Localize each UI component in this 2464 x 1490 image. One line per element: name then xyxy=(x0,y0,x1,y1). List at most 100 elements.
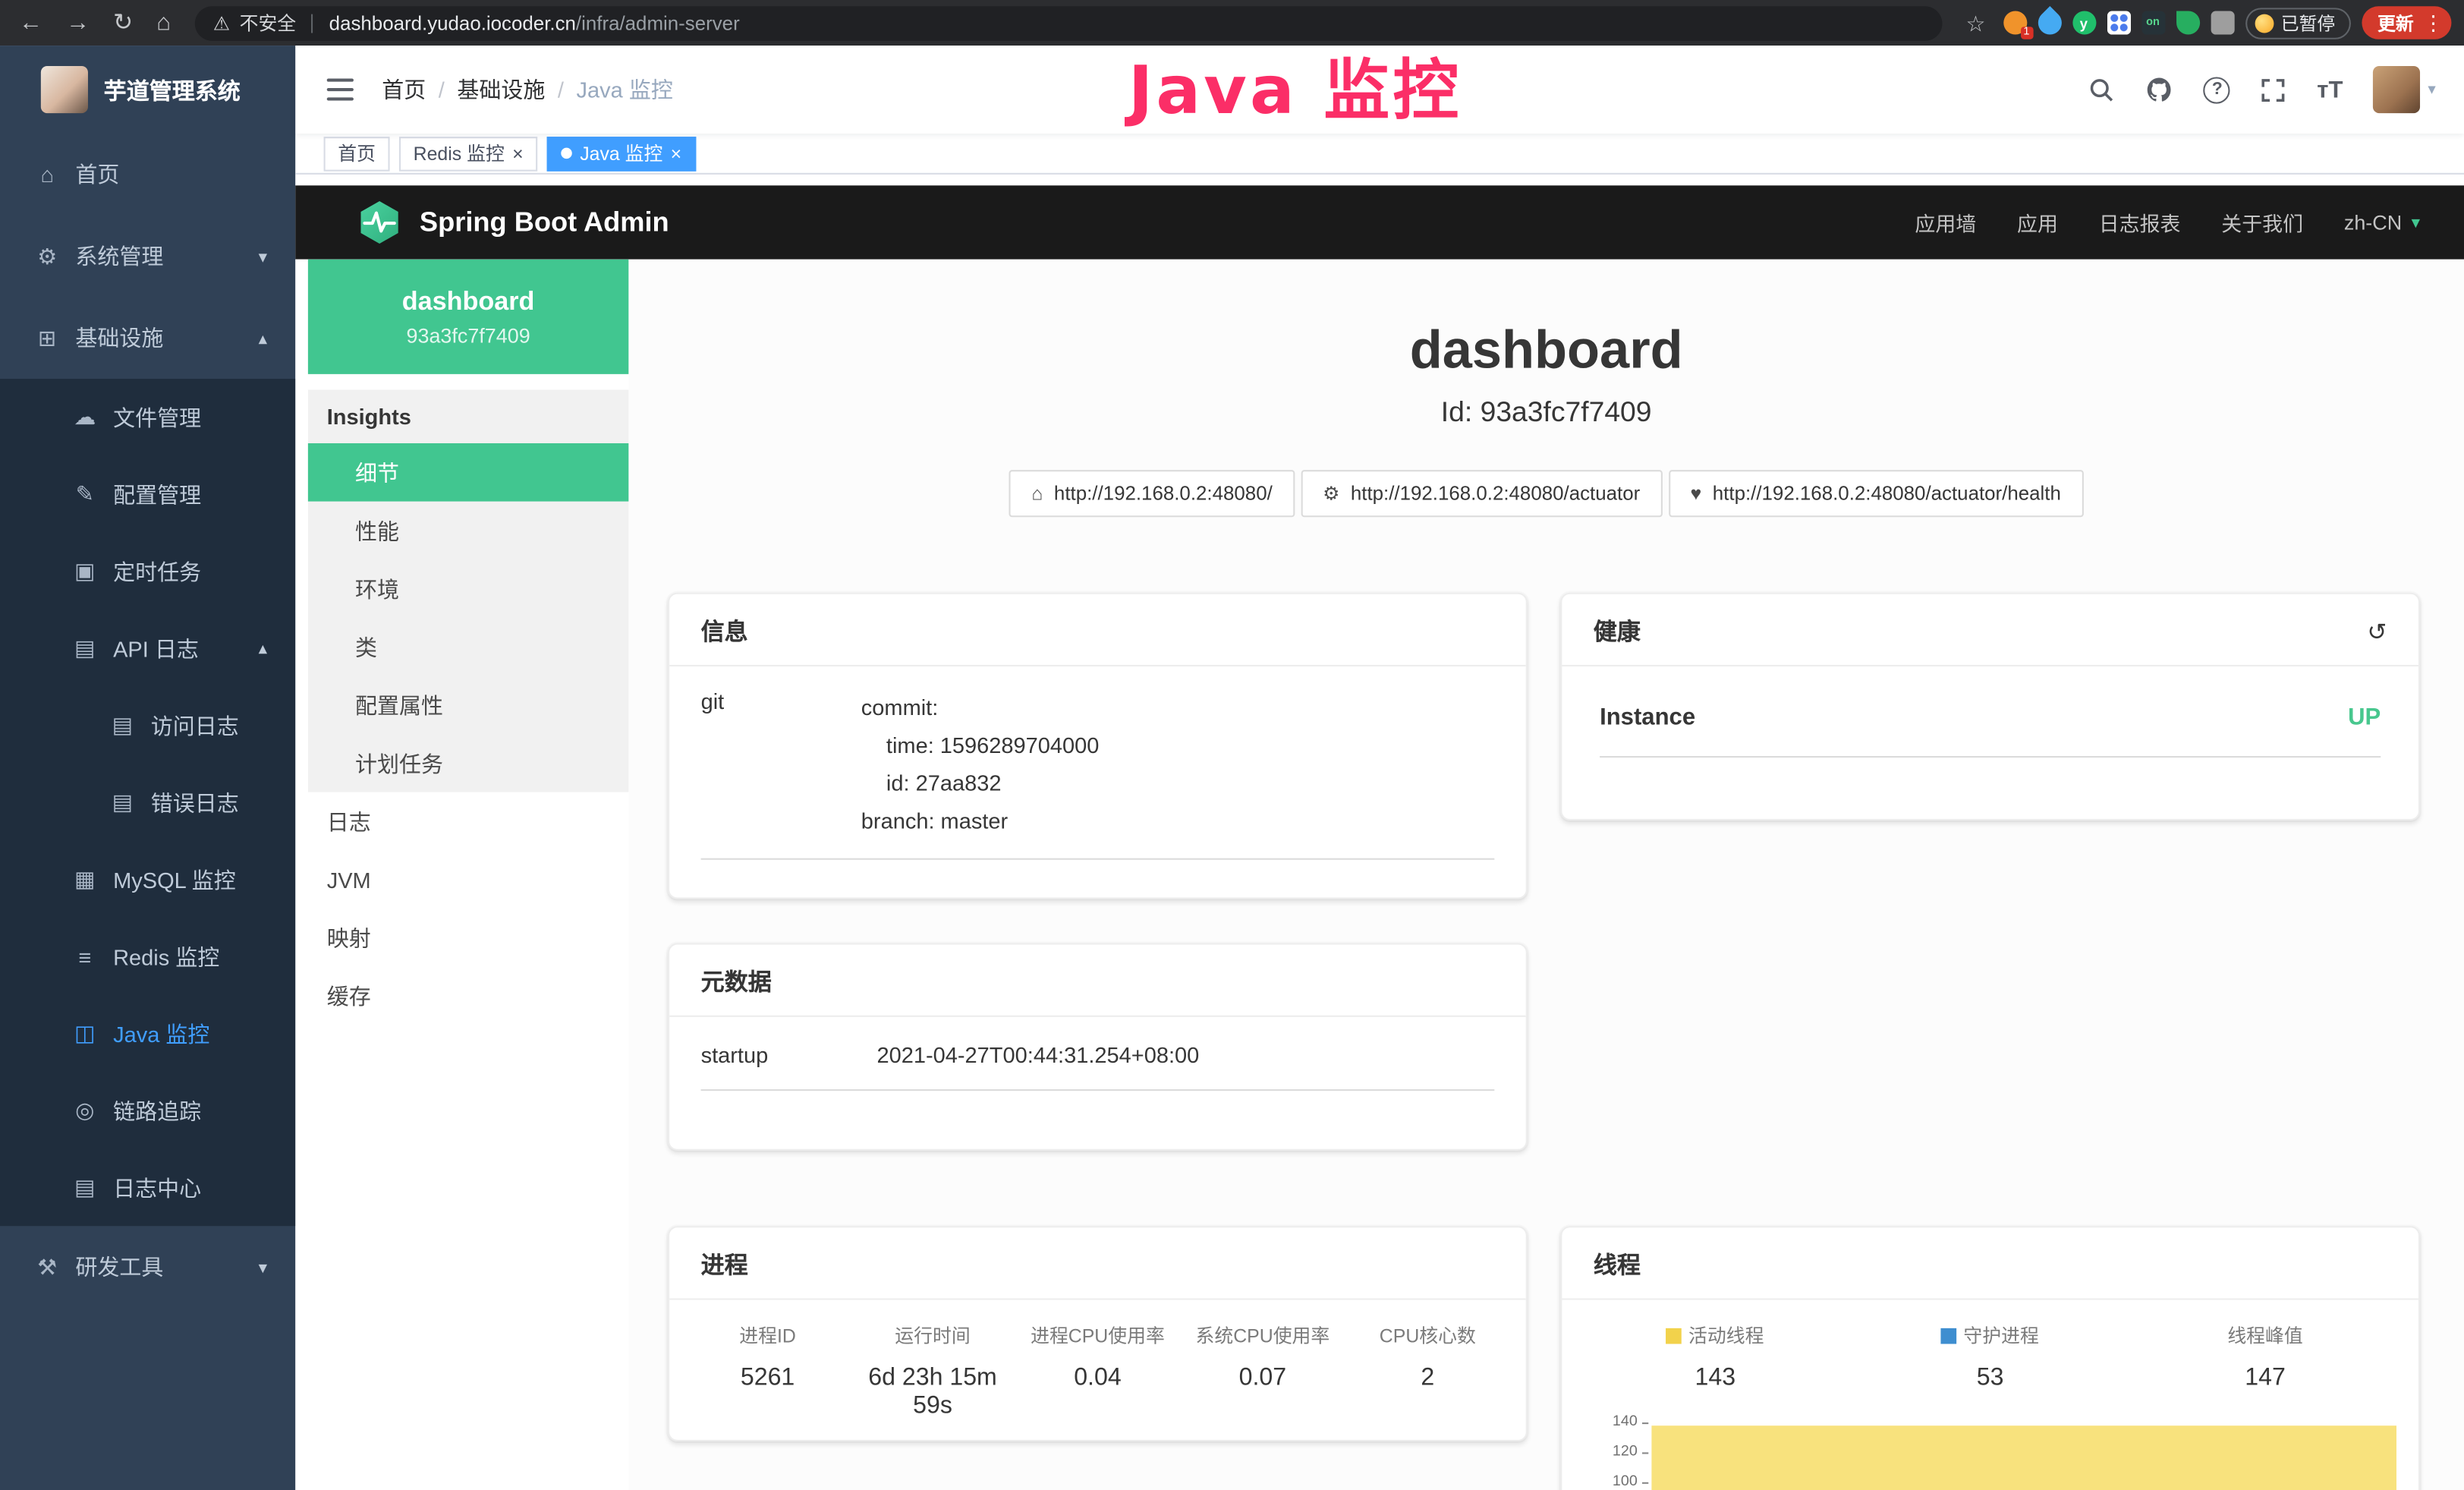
sidebar-item-label: 配置管理 xyxy=(113,479,201,510)
url-text[interactable]: dashboard.yudao.iocoder.cn/infra/admin-s… xyxy=(329,12,740,34)
breadcrumb-item[interactable]: 首页 xyxy=(382,74,426,105)
git-branch: branch: master xyxy=(861,802,1495,840)
sba-menu-logs[interactable]: 日志 xyxy=(308,792,628,851)
card-title: 健康 xyxy=(1594,615,1641,647)
process-stat-pid: 进程ID 5261 xyxy=(685,1322,850,1421)
tag-java-monitor[interactable]: Java 监控 × xyxy=(547,136,696,171)
breadcrumb-item[interactable]: 基础设施 xyxy=(457,74,545,105)
app-sidebar: 芋道管理系统 ⌂ 首页 ⚙ 系统管理 ▾ ⊞ 基础设施 ▴ xyxy=(0,46,295,1490)
sba-menu-classes[interactable]: 类 xyxy=(308,618,628,676)
sba-nav-journal[interactable]: 日志报表 xyxy=(2099,207,2181,237)
sba-menu-caches[interactable]: 缓存 xyxy=(308,967,628,1025)
sba-menu-metrics[interactable]: 性能 xyxy=(308,502,628,560)
app-logo-row[interactable]: 芋道管理系统 xyxy=(0,46,295,134)
extension-on-icon[interactable]: on xyxy=(2141,11,2164,34)
stat-label: 进程CPU使用率 xyxy=(1031,1322,1165,1349)
chevron-down-icon: ▾ xyxy=(259,1257,267,1277)
sidebar-item-mysql-monitor[interactable]: ▦ MySQL 监控 xyxy=(0,841,295,918)
sba-nav-wall[interactable]: 应用墙 xyxy=(1915,207,1976,237)
extensions-puzzle-icon[interactable] xyxy=(2211,11,2234,34)
browser-refresh-icon[interactable]: ↻ xyxy=(107,11,140,34)
sba-nav: 应用墙 应用 日志报表 关于我们 zh-CN ▾ xyxy=(1915,207,2420,237)
sba-content: dashboard Id: 93a3fc7f7409 ⌂ http://192.… xyxy=(628,260,2464,1490)
health-instance-label: Instance xyxy=(1600,704,1695,731)
sidebar-item-redis-monitor[interactable]: ≡ Redis 监控 xyxy=(0,918,295,994)
browser-home-icon[interactable]: ⌂ xyxy=(150,11,177,34)
extension-grid-icon[interactable] xyxy=(2107,11,2130,34)
sba-menu-jvm[interactable]: JVM xyxy=(308,850,628,909)
search-icon[interactable] xyxy=(2089,76,2116,102)
sidebar-item-api-logs[interactable]: ▤ API 日志 ▴ xyxy=(0,610,295,686)
process-stat-uptime: 运行时间 6d 23h 15m 59s xyxy=(850,1322,1015,1421)
close-icon[interactable]: × xyxy=(671,143,682,162)
sba-menu-config-props[interactable]: 配置属性 xyxy=(308,676,628,734)
extension-drop-icon[interactable] xyxy=(2032,6,2066,39)
browser-back-icon[interactable]: ← xyxy=(13,11,49,34)
sba-brand-title[interactable]: Spring Boot Admin xyxy=(420,206,669,238)
sidebar-item-config-manage[interactable]: ✎ 配置管理 xyxy=(0,456,295,533)
hamburger-icon[interactable] xyxy=(324,73,357,107)
sba-menu-details[interactable]: 细节 xyxy=(308,443,628,502)
security-warning-icon[interactable]: ⚠ xyxy=(213,12,230,34)
address-bar[interactable]: ⚠ 不安全 dashboard.yudao.iocoder.cn/infra/a… xyxy=(194,5,1942,40)
github-icon[interactable] xyxy=(2146,75,2174,103)
threads-card-body: 活动线程 143 守护进程 53 线程峰值 14 xyxy=(1562,1300,2418,1393)
app-shell: 芋道管理系统 ⌂ 首页 ⚙ 系统管理 ▾ ⊞ 基础设施 ▴ xyxy=(0,46,2464,1490)
sidebar-item-system[interactable]: ⚙ 系统管理 ▾ xyxy=(0,216,295,298)
sidebar-item-infra[interactable]: ⊞ 基础设施 ▴ xyxy=(0,297,295,379)
metadata-value: 2021-04-27T00:44:31.254+08:00 xyxy=(877,1042,1495,1067)
history-icon[interactable]: ↺ xyxy=(2367,617,2387,645)
schedule-icon: ▣ xyxy=(72,558,97,584)
spring-boot-admin-logo-icon[interactable] xyxy=(358,201,401,244)
health-status-badge: UP xyxy=(2348,704,2381,731)
user-avatar-menu[interactable]: ▾ xyxy=(2373,66,2436,113)
security-label[interactable]: 不安全 xyxy=(240,9,297,36)
sidebar-item-cron-jobs[interactable]: ▣ 定时任务 xyxy=(0,533,295,610)
browser-forward-icon[interactable]: → xyxy=(60,11,96,34)
fullscreen-icon[interactable] xyxy=(2261,76,2287,102)
instance-health-link[interactable]: ♥ http://192.168.0.2:48080/actuator/heal… xyxy=(1669,470,2083,517)
instance-actuator-link[interactable]: ⚙ http://192.168.0.2:48080/actuator xyxy=(1301,470,1662,517)
metadata-key: startup xyxy=(701,1042,877,1067)
sba-locale-select[interactable]: zh-CN ▾ xyxy=(2344,210,2420,234)
sidebar-item-label: MySQL 监控 xyxy=(113,864,236,895)
sba-menu-scheduled-tasks[interactable]: 计划任务 xyxy=(308,734,628,792)
chevron-up-icon: ▴ xyxy=(259,328,267,348)
sba-instance-block[interactable]: dashboard 93a3fc7f7409 xyxy=(308,260,628,374)
sidebar-item-error-logs[interactable]: ▤ 错误日志 xyxy=(0,764,295,840)
sidebar-item-link-trace[interactable]: ◎ 链路追踪 xyxy=(0,1072,295,1148)
tag-home[interactable]: 首页 xyxy=(324,136,390,171)
sba-nav-applications[interactable]: 应用 xyxy=(2017,207,2058,237)
link-label: http://192.168.0.2:48080/actuator/health xyxy=(1713,483,2061,505)
sba-menu-environment[interactable]: 环境 xyxy=(308,559,628,618)
health-row-instance[interactable]: Instance UP xyxy=(1600,685,2381,758)
instance-base-url-link[interactable]: ⌂ http://192.168.0.2:48080/ xyxy=(1009,470,1294,517)
sba-menu-mappings[interactable]: 映射 xyxy=(308,909,628,967)
extension-leaf-icon[interactable] xyxy=(2176,11,2199,34)
sidebar-item-access-logs[interactable]: ▤ 访问日志 xyxy=(0,687,295,764)
close-icon[interactable]: × xyxy=(512,143,524,162)
wrench-icon: ⚙ xyxy=(1323,483,1339,505)
avatar[interactable] xyxy=(2373,66,2420,113)
health-card-header: 健康 ↺ xyxy=(1562,594,2418,666)
font-size-icon[interactable]: тT xyxy=(2317,76,2343,102)
sidebar-item-log-center[interactable]: ▤ 日志中心 xyxy=(0,1149,295,1226)
help-icon[interactable]: ? xyxy=(2204,76,2230,102)
monitor-icon: ◫ xyxy=(72,1020,97,1047)
stat-value: 147 xyxy=(2128,1364,2403,1392)
url-domain: dashboard.yudao.iocoder.cn xyxy=(329,12,576,34)
metadata-card-header: 元数据 xyxy=(669,945,1526,1017)
sidebar-item-java-monitor[interactable]: ◫ Java 监控 xyxy=(0,995,295,1072)
extension-orange-icon[interactable]: 1 xyxy=(2003,11,2026,34)
sidebar-item-devtools[interactable]: ⚒ 研发工具 ▾ xyxy=(0,1226,295,1308)
extension-green-y-icon[interactable]: y xyxy=(2072,11,2095,34)
sidebar-item-home[interactable]: ⌂ 首页 xyxy=(0,134,295,216)
tag-redis-monitor[interactable]: Redis 监控 × xyxy=(399,136,537,171)
sidebar-item-label: Redis 监控 xyxy=(113,940,219,972)
profile-paused-badge[interactable]: 已暂停 xyxy=(2245,7,2351,38)
metadata-card-body: startup 2021-04-27T00:44:31.254+08:00 xyxy=(669,1017,1526,1091)
bookmark-star-icon[interactable]: ☆ xyxy=(1959,12,1992,34)
browser-update-button[interactable]: 更新⋮ xyxy=(2362,6,2451,39)
sidebar-item-file-manage[interactable]: ☁ 文件管理 xyxy=(0,379,295,455)
sba-nav-about[interactable]: 关于我们 xyxy=(2221,207,2303,237)
